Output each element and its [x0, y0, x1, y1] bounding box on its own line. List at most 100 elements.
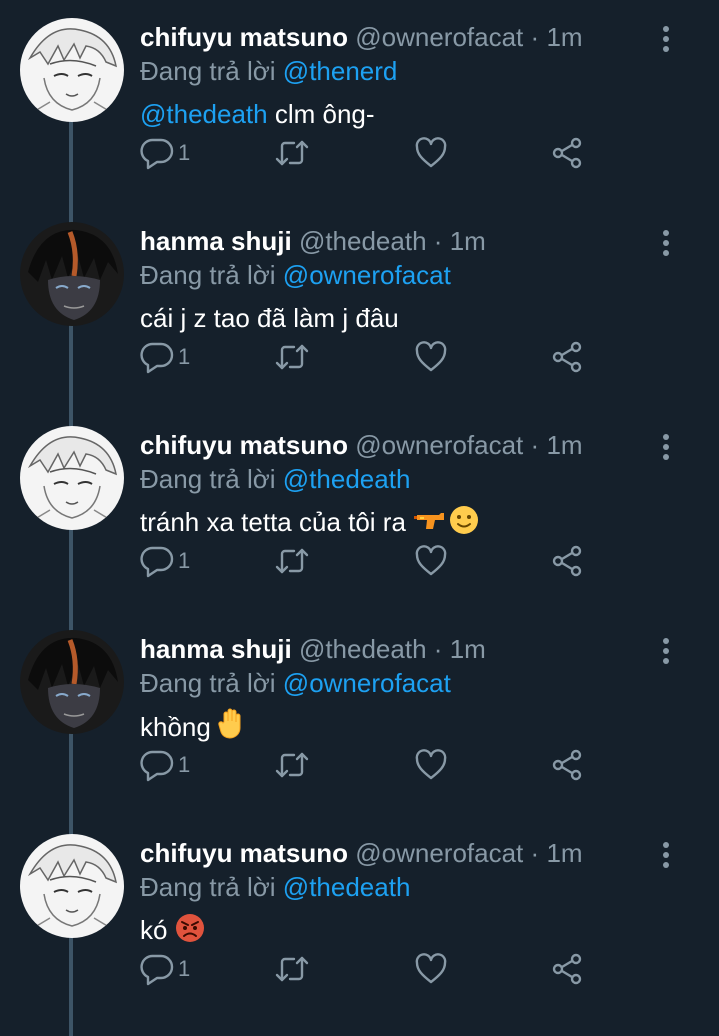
like-button[interactable]	[414, 748, 448, 788]
slightly-smiling-face-emoji	[449, 505, 479, 544]
avatar[interactable]	[20, 630, 124, 734]
share-button[interactable]	[550, 952, 584, 992]
replying-to-label: Đang trả lời	[140, 872, 276, 902]
retweet-button[interactable]	[274, 952, 310, 992]
tweet-header: hanma shuji @thedeath · 1m	[140, 224, 486, 258]
replying-to: Đang trả lời @thedeath	[140, 870, 410, 904]
reply-count: 1	[178, 752, 191, 777]
replying-to-mention[interactable]: @thenerd	[283, 56, 398, 86]
avatar[interactable]	[20, 222, 124, 326]
tweet[interactable]: chifuyu matsuno @ownerofacat · 1m Đang t…	[0, 0, 719, 204]
user-handle[interactable]: @thedeath	[299, 634, 427, 664]
retweet-button[interactable]	[274, 544, 310, 584]
heart-icon	[415, 749, 447, 780]
tweet-actions: 1	[140, 136, 600, 176]
user-handle[interactable]: @ownerofacat	[355, 430, 523, 460]
body-mention[interactable]: @thedeath	[140, 99, 268, 129]
more-vertical-icon[interactable]	[652, 432, 680, 464]
replying-to-label: Đang trả lời	[140, 668, 276, 698]
like-button[interactable]	[414, 952, 448, 992]
display-name[interactable]: hanma shuji	[140, 634, 292, 664]
tweet-header: hanma shuji @thedeath · 1m	[140, 632, 486, 666]
replying-to-mention[interactable]: @ownerofacat	[283, 260, 451, 290]
more-vertical-icon[interactable]	[652, 840, 680, 872]
tweet-header: chifuyu matsuno @ownerofacat · 1m	[140, 20, 583, 54]
reply-icon	[140, 342, 174, 374]
tweet[interactable]: chifuyu matsuno @ownerofacat · 1m Đang t…	[0, 408, 719, 612]
retweet-icon	[275, 752, 309, 778]
reply-button[interactable]: 1	[140, 544, 190, 584]
display-name[interactable]: chifuyu matsuno	[140, 430, 348, 460]
timestamp[interactable]: 1m	[546, 430, 582, 460]
tweet-header: chifuyu matsuno @ownerofacat · 1m	[140, 836, 583, 870]
timestamp[interactable]: 1m	[450, 634, 486, 664]
tweet[interactable]: hanma shuji @thedeath · 1m Đang trả lời …	[0, 612, 719, 816]
tweet-text: @thedeath clm ông-	[140, 96, 375, 132]
tweet[interactable]: chifuyu matsuno @ownerofacat · 1m Đang t…	[0, 816, 719, 1020]
tweet[interactable]: hanma shuji @thedeath · 1m Đang trả lời …	[0, 204, 719, 408]
heart-icon	[415, 953, 447, 984]
share-button[interactable]	[550, 748, 584, 788]
share-icon	[552, 137, 582, 169]
retweet-icon	[275, 548, 309, 574]
separator-dot: ·	[433, 226, 443, 256]
reply-button[interactable]: 1	[140, 952, 190, 992]
separator-dot: ·	[530, 430, 540, 460]
retweet-icon	[275, 140, 309, 166]
replying-to-label: Đang trả lời	[140, 56, 276, 86]
user-handle[interactable]: @ownerofacat	[355, 22, 523, 52]
share-icon	[552, 749, 582, 781]
more-vertical-icon[interactable]	[652, 24, 680, 56]
avatar[interactable]	[20, 834, 124, 938]
replying-to-mention[interactable]: @thedeath	[283, 464, 411, 494]
retweet-icon	[275, 956, 309, 982]
retweet-button[interactable]	[274, 136, 310, 176]
timestamp[interactable]: 1m	[546, 838, 582, 868]
separator-dot: ·	[530, 838, 540, 868]
user-handle[interactable]: @thedeath	[299, 226, 427, 256]
user-handle[interactable]: @ownerofacat	[355, 838, 523, 868]
retweet-button[interactable]	[274, 340, 310, 380]
display-name[interactable]: hanma shuji	[140, 226, 292, 256]
like-button[interactable]	[414, 136, 448, 176]
tweet-text: cái j z tao đã làm j đâu	[140, 300, 399, 336]
tweet-actions: 1	[140, 748, 600, 788]
replying-to-mention[interactable]: @ownerofacat	[283, 668, 451, 698]
reply-button[interactable]: 1	[140, 340, 190, 380]
separator-dot: ·	[530, 22, 540, 52]
share-button[interactable]	[550, 340, 584, 380]
tweet-text-content: kó	[140, 915, 175, 945]
timestamp[interactable]: 1m	[450, 226, 486, 256]
share-button[interactable]	[550, 136, 584, 176]
tweet-text: khồng	[140, 708, 246, 749]
share-button[interactable]	[550, 544, 584, 584]
avatar[interactable]	[20, 18, 124, 122]
tweet-text-content: tránh xa tetta của tôi ra	[140, 507, 414, 537]
avatar[interactable]	[20, 426, 124, 530]
like-button[interactable]	[414, 544, 448, 584]
raised-hand-emoji	[218, 708, 246, 749]
tweet-text-content: clm ông-	[267, 99, 375, 129]
display-name[interactable]: chifuyu matsuno	[140, 838, 348, 868]
reply-count: 1	[178, 140, 191, 165]
reply-button[interactable]: 1	[140, 748, 190, 788]
more-vertical-icon[interactable]	[652, 228, 680, 260]
replying-to: Đang trả lời @thenerd	[140, 54, 397, 88]
tweet-text: kó	[140, 912, 205, 952]
tweet-text: tránh xa tetta của tôi ra	[140, 504, 479, 544]
display-name[interactable]: chifuyu matsuno	[140, 22, 348, 52]
replying-to: Đang trả lời @thedeath	[140, 462, 410, 496]
reply-icon	[140, 138, 174, 170]
replying-to-mention[interactable]: @thedeath	[283, 872, 411, 902]
reply-button[interactable]: 1	[140, 136, 190, 176]
reply-icon	[140, 546, 174, 578]
share-icon	[552, 545, 582, 577]
share-icon	[552, 953, 582, 985]
retweet-button[interactable]	[274, 748, 310, 788]
more-vertical-icon[interactable]	[652, 636, 680, 668]
like-button[interactable]	[414, 340, 448, 380]
timestamp[interactable]: 1m	[546, 22, 582, 52]
replying-to: Đang trả lời @ownerofacat	[140, 666, 451, 700]
heart-icon	[415, 545, 447, 576]
heart-icon	[415, 341, 447, 372]
